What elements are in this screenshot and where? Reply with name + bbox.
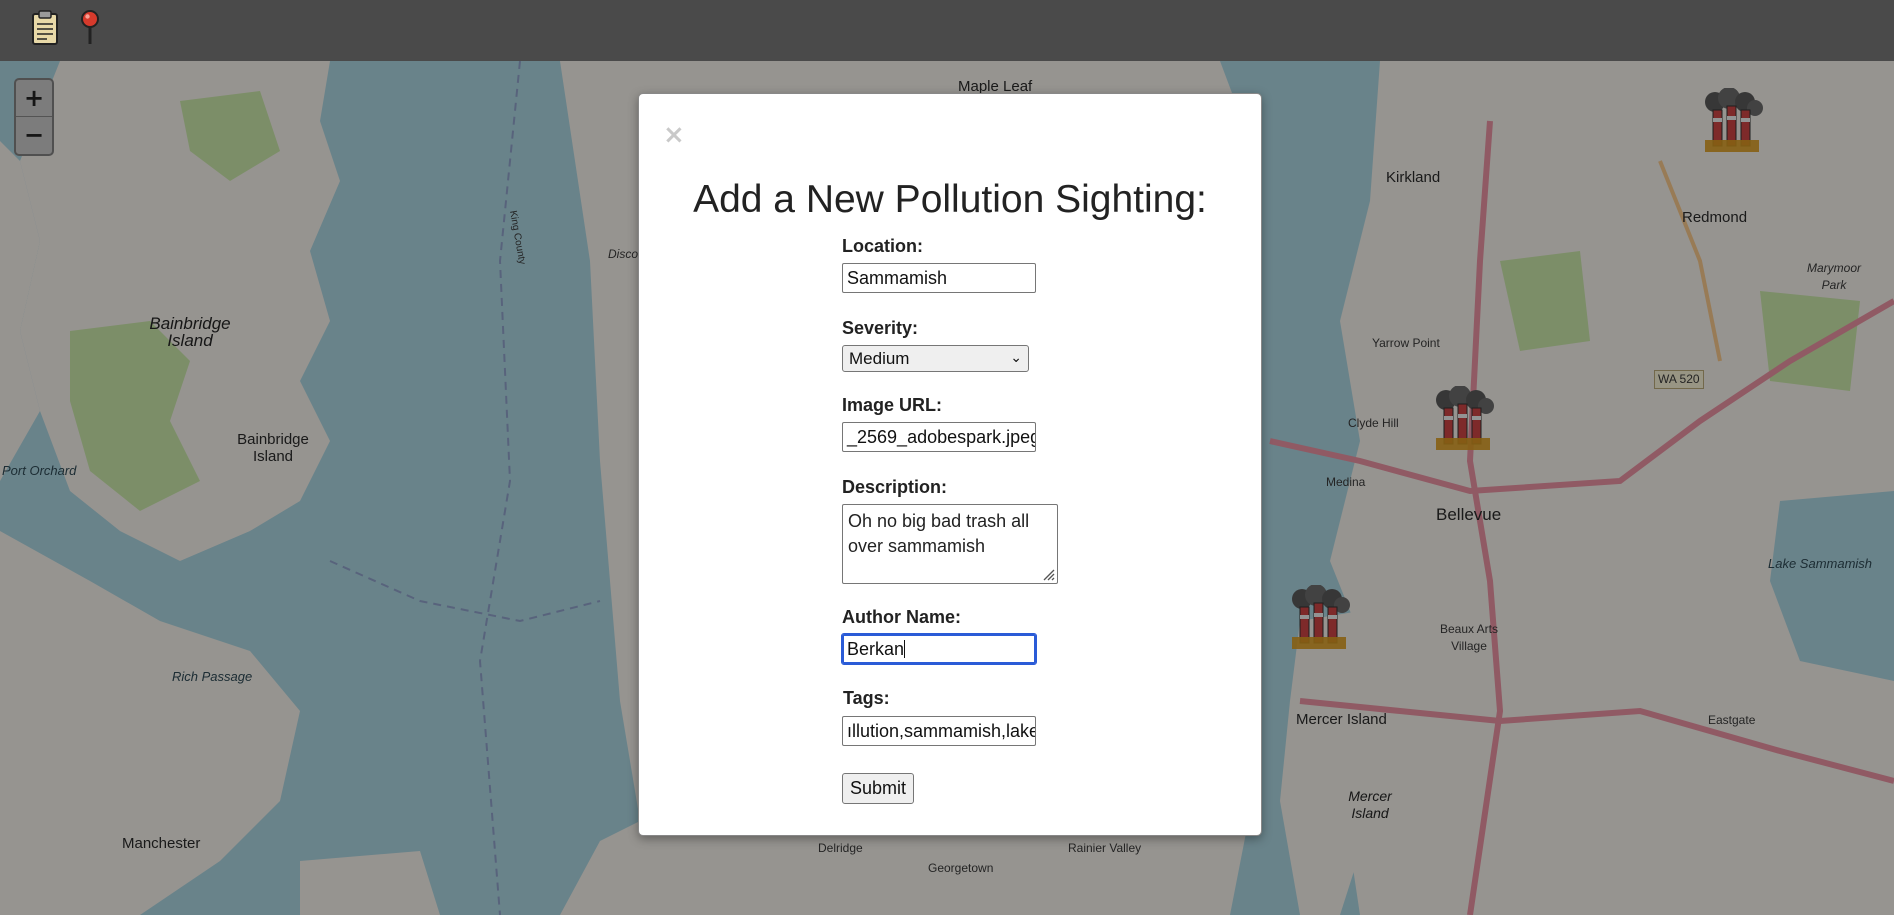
resize-grip-icon[interactable]	[1041, 567, 1055, 581]
author-label: Author Name:	[842, 607, 962, 627]
image-url-label: Image URL:	[842, 395, 943, 415]
tags-input[interactable]: ıllution,sammamish,lake	[842, 716, 1036, 746]
chevron-down-icon: ⌄	[1010, 349, 1022, 365]
description-text: Oh no big bad trash all over sammamish	[848, 511, 1030, 556]
author-input[interactable]: Berkan	[841, 633, 1037, 665]
description-label: Description:	[842, 477, 948, 497]
severity-label: Severity:	[842, 318, 919, 338]
severity-value: Medium	[849, 349, 910, 368]
map-pin-icon[interactable]	[70, 8, 110, 48]
author-value: Berkan	[847, 639, 905, 659]
description-textarea[interactable]: Oh no big bad trash all over sammamish	[842, 504, 1058, 584]
location-label: Location:	[842, 236, 923, 256]
severity-select[interactable]: Medium ⌄	[842, 345, 1029, 372]
add-sighting-modal: × Add a New Pollution Sighting: Location…	[638, 93, 1262, 836]
top-toolbar	[0, 0, 1894, 61]
image-url-input[interactable]: _2569_adobespark.jpeg	[842, 422, 1036, 452]
tags-label: Tags:	[843, 688, 890, 708]
clipboard-icon[interactable]	[25, 8, 65, 48]
modal-title: Add a New Pollution Sighting:	[693, 178, 1207, 221]
location-input[interactable]: Sammamish	[842, 263, 1036, 293]
submit-button[interactable]: Submit	[842, 773, 915, 804]
close-icon[interactable]: ×	[663, 120, 685, 150]
text-caret	[904, 640, 906, 658]
